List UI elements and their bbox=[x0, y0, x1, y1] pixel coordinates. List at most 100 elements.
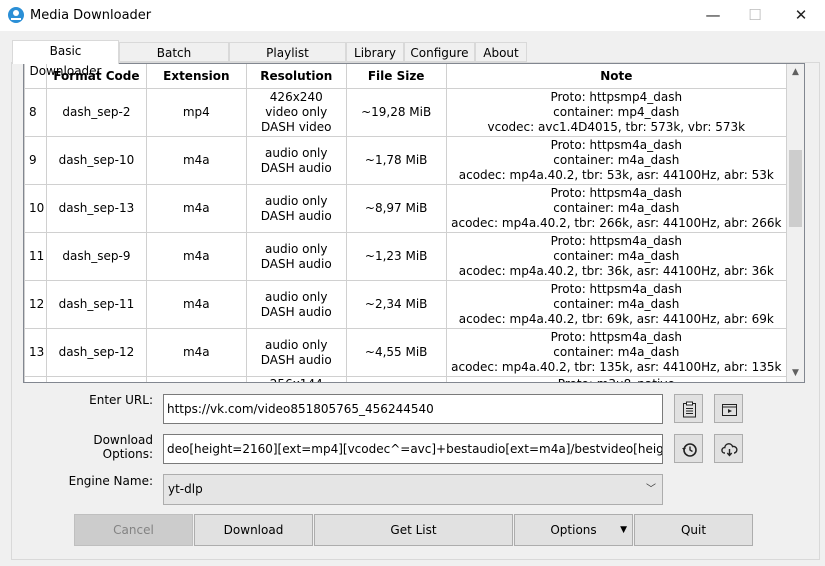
tab-library[interactable]: Library bbox=[346, 42, 404, 62]
format-code-cell bbox=[45, 376, 147, 382]
table-row[interactable]: 9 dash_sep-10 m4a audio only DASH audio ~1,78… bbox=[24, 136, 787, 185]
note-cell: Proto: m3u8_native bbox=[445, 376, 787, 382]
formats-table[interactable]: Format Code Extension Resolution File Si… bbox=[23, 63, 805, 383]
row-number bbox=[24, 376, 47, 382]
note-cell-line: Proto: httpsm4a_dash bbox=[550, 330, 682, 344]
tab-basic-downloader[interactable]: Basic Downloader bbox=[12, 40, 119, 78]
extension-cell bbox=[145, 376, 247, 382]
close-button[interactable]: ✕ bbox=[778, 0, 824, 31]
options-history-button[interactable] bbox=[674, 434, 703, 463]
download-options-input[interactable]: deo[height=2160][ext=mp4][vcodec^=avc]+b… bbox=[163, 434, 663, 464]
file-size-cell: ~1,78 MiB bbox=[345, 136, 447, 185]
resolution-cell-line: DASH audio bbox=[260, 160, 332, 175]
options-button-label: Options bbox=[550, 523, 597, 537]
note-cell-line: Proto: m3u8_native bbox=[447, 377, 786, 382]
extension-cell-text: m4a bbox=[182, 153, 210, 167]
tab-batch-downloader[interactable]: Batch Downloader bbox=[119, 42, 229, 80]
clipboard-icon bbox=[683, 401, 696, 418]
table-row[interactable]: 10 dash_sep-13 m4a audio only DASH audio ~8,9… bbox=[24, 184, 787, 233]
resolution-cell-line: audio only bbox=[265, 193, 328, 208]
video-window-icon bbox=[722, 404, 737, 416]
cloud-download-button[interactable] bbox=[714, 434, 743, 463]
extension-cell: m4a bbox=[145, 280, 247, 329]
url-input[interactable]: https://vk.com/video851805765_456244540 bbox=[163, 394, 663, 424]
table-row[interactable]: 12 dash_sep-11 m4a audio only DASH audio ~2,3… bbox=[24, 280, 787, 329]
extension-cell: m4a bbox=[145, 232, 247, 281]
format-code-cell-text: dash_sep-10 bbox=[58, 153, 135, 167]
note-cell: Proto: httpsm4a_dash container: m4a_dash a… bbox=[445, 184, 787, 233]
table-row[interactable]: 256x144 Proto: m3u8_native bbox=[24, 376, 787, 382]
note-cell-line: acodec: mp4a.40.2, tbr: 266k, asr: 44100… bbox=[451, 216, 782, 230]
download-options-label: Download Options: bbox=[93, 433, 153, 461]
cancel-button[interactable]: Cancel bbox=[74, 514, 193, 546]
extension-cell-text: mp4 bbox=[182, 105, 210, 119]
resolution-cell-line: audio only bbox=[265, 337, 328, 352]
scroll-up-arrow-icon[interactable]: ▲ bbox=[787, 64, 804, 81]
header-extension[interactable]: Extension bbox=[145, 64, 247, 89]
format-code-cell-text: dash_sep-9 bbox=[62, 249, 131, 263]
formats-grid: Format Code Extension Resolution File Si… bbox=[24, 64, 787, 382]
file-size-cell-text: ~2,34 MiB bbox=[364, 297, 428, 311]
resolution-cell: 426x240 video only DASH video bbox=[245, 88, 347, 137]
file-size-cell bbox=[345, 376, 447, 382]
maximize-button[interactable]: ☐ bbox=[732, 0, 778, 31]
get-list-button[interactable]: Get List bbox=[314, 514, 513, 546]
file-size-cell: ~19,28 MiB bbox=[345, 88, 447, 137]
scroll-thumb[interactable] bbox=[789, 150, 802, 227]
table-row[interactable]: 11 dash_sep-9 m4a audio only DASH audio ~1,23… bbox=[24, 232, 787, 281]
resolution-cell-line: DASH video bbox=[261, 120, 332, 134]
tab-configure[interactable]: Configure bbox=[404, 42, 475, 62]
note-cell-line: container: m4a_dash bbox=[553, 201, 680, 215]
resolution-cell-line: DASH audio bbox=[260, 256, 332, 271]
options-button[interactable]: Options ▼ bbox=[514, 514, 633, 546]
format-code-cell-text: dash_sep-2 bbox=[62, 105, 131, 119]
download-button[interactable]: Download bbox=[194, 514, 313, 546]
row-number: 10 bbox=[24, 184, 47, 233]
file-size-cell-text: ~8,97 MiB bbox=[364, 201, 428, 215]
note-cell-line: container: m4a_dash bbox=[553, 249, 680, 263]
quit-button[interactable]: Quit bbox=[634, 514, 753, 546]
tab-about[interactable]: About bbox=[475, 42, 527, 62]
dropdown-arrow-icon: ▼ bbox=[620, 525, 627, 535]
row-number: 13 bbox=[24, 328, 47, 377]
file-size-cell-text: ~4,55 MiB bbox=[364, 345, 428, 359]
format-code-cell: dash_sep-10 bbox=[45, 136, 147, 185]
history-icon bbox=[682, 443, 697, 457]
extension-cell-text: m4a bbox=[182, 249, 210, 263]
tab-playlist-downloader[interactable]: Playlist Downloader bbox=[229, 42, 346, 80]
header-resolution[interactable]: Resolution bbox=[245, 64, 347, 89]
resolution-cell-line: 256x144 bbox=[247, 377, 346, 382]
table-vertical-scrollbar[interactable]: ▲ ▼ bbox=[787, 64, 804, 382]
note-cell-line: acodec: mp4a.40.2, tbr: 36k, asr: 44100H… bbox=[458, 264, 774, 278]
engine-name-label: Engine Name: bbox=[68, 474, 153, 488]
row-number-text: 12 bbox=[29, 297, 45, 311]
file-size-cell: ~8,97 MiB bbox=[345, 184, 447, 233]
url-label: Enter URL: bbox=[89, 393, 153, 407]
format-code-cell: dash_sep-13 bbox=[45, 184, 147, 233]
format-code-cell-text: dash_sep-11 bbox=[58, 297, 135, 311]
engine-select-value: yt-dlp bbox=[168, 482, 203, 496]
header-note[interactable]: Note bbox=[445, 64, 787, 89]
row-number-text: 8 bbox=[29, 105, 37, 119]
table-row[interactable]: 8 dash_sep-2 mp4 426x240 video only DASH vide… bbox=[24, 88, 787, 137]
table-row[interactable]: 13 dash_sep-12 m4a audio only DASH audio ~4,5… bbox=[24, 328, 787, 377]
show-video-button[interactable] bbox=[714, 394, 743, 423]
format-code-cell: dash_sep-11 bbox=[45, 280, 147, 329]
note-cell-line: container: m4a_dash bbox=[553, 345, 680, 359]
format-code-cell-text: dash_sep-12 bbox=[58, 345, 135, 359]
resolution-cell-line: DASH audio bbox=[260, 304, 332, 319]
extension-cell: m4a bbox=[145, 136, 247, 185]
row-number-text: 13 bbox=[29, 345, 45, 359]
note-cell-line: container: m4a_dash bbox=[553, 297, 680, 311]
row-number-text: 11 bbox=[29, 249, 45, 263]
note-cell-line: Proto: httpsm4a_dash bbox=[550, 186, 682, 200]
resolution-cell-line: video only bbox=[265, 105, 328, 119]
chevron-down-icon: ﹀ bbox=[646, 484, 656, 495]
paste-clipboard-button[interactable] bbox=[674, 394, 703, 423]
title-bar: Media Downloader — ☐ ✕ bbox=[0, 0, 825, 31]
engine-select[interactable]: yt-dlp ﹀ bbox=[163, 474, 663, 505]
scroll-down-arrow-icon[interactable]: ▼ bbox=[787, 365, 804, 382]
header-file-size[interactable]: File Size bbox=[345, 64, 447, 89]
minimize-button[interactable]: — bbox=[690, 0, 736, 31]
resolution-cell: audio only DASH audio bbox=[245, 328, 347, 377]
